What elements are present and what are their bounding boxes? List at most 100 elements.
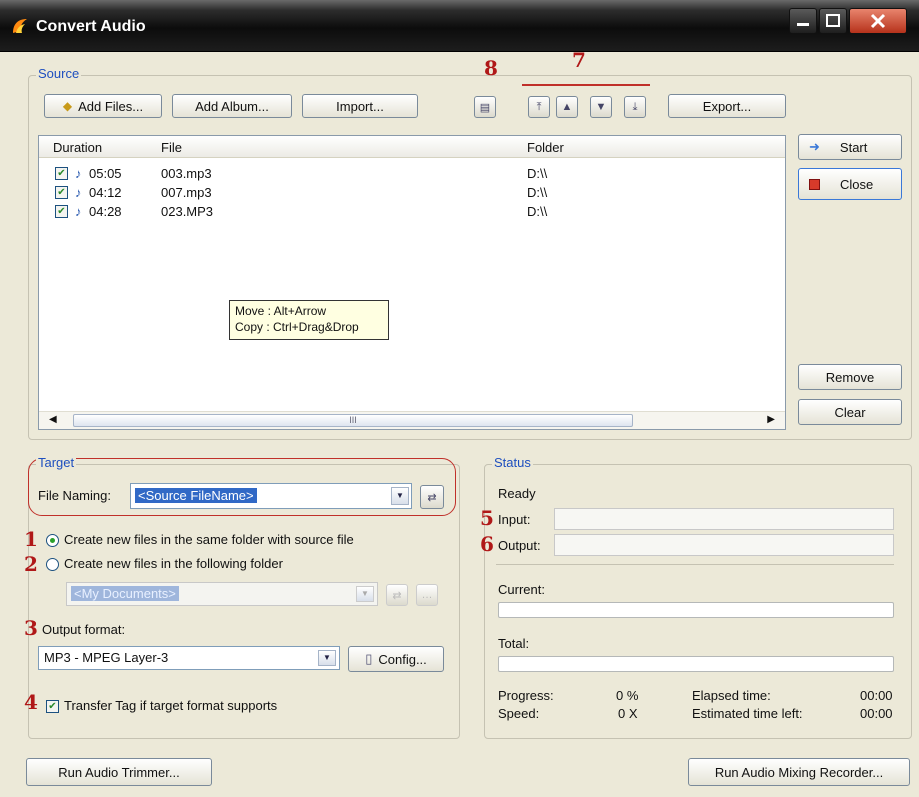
move-up-button[interactable]: ▲: [556, 96, 578, 118]
remove-button[interactable]: Remove: [798, 364, 902, 390]
transfer-tag-checkbox[interactable]: ✔: [46, 700, 59, 713]
audio-file-icon: ♪: [75, 204, 82, 219]
output-format-select[interactable]: MP3 - MPEG Layer-3 ▼: [38, 646, 340, 670]
swap-icon: ⇄: [427, 491, 437, 504]
add-album-button[interactable]: Add Album...: [172, 94, 292, 118]
audio-file-icon: ♪: [75, 185, 82, 200]
output-folder-input[interactable]: <My Documents> ▼: [66, 582, 378, 606]
import-label: Import...: [336, 98, 384, 114]
total-label: Total:: [498, 636, 530, 651]
chevron-down-icon: ▼: [396, 491, 404, 500]
tooltip-line-2: Copy : Ctrl+Drag&Drop: [235, 320, 359, 334]
scroll-thumb[interactable]: III: [73, 414, 633, 427]
move-down-button[interactable]: ▼: [590, 96, 612, 118]
scroll-left-icon[interactable]: ◀: [49, 414, 57, 425]
scroll-right-icon[interactable]: ▶: [767, 414, 775, 425]
row-duration: 04:28: [89, 204, 122, 219]
horizontal-scrollbar[interactable]: ◀ III ▶: [39, 411, 785, 429]
add-files-button[interactable]: ◆ Add Files...: [44, 94, 162, 118]
radio-same-folder-label: Create new files in the same folder with…: [64, 532, 354, 547]
run-audio-mixing-recorder-label: Run Audio Mixing Recorder...: [714, 764, 884, 780]
file-naming-dropdown[interactable]: ▼: [391, 487, 409, 505]
move-top-icon: ⤒: [536, 100, 542, 113]
speed-label: Speed:: [498, 706, 540, 721]
annotation-7-underline: [522, 84, 650, 86]
file-naming-input[interactable]: <Source FileName> ▼: [130, 483, 412, 509]
add-icon: ◆: [62, 99, 73, 113]
column-file[interactable]: File: [161, 140, 182, 155]
file-naming-swap-button[interactable]: ⇄: [420, 485, 444, 509]
swap-icon: ⇄: [392, 589, 402, 602]
config-button[interactable]: ▯ Config...: [348, 646, 444, 672]
clear-button[interactable]: Clear: [798, 399, 902, 425]
total-progress-bar: [498, 656, 894, 672]
radio-following-folder[interactable]: [46, 558, 59, 571]
row-duration: 04:12: [89, 185, 122, 200]
list-options-button[interactable]: ▤: [474, 96, 496, 118]
move-top-button[interactable]: ⤒: [528, 96, 550, 118]
run-audio-trimmer-button[interactable]: Run Audio Trimmer...: [26, 758, 212, 786]
start-button[interactable]: ➜ Start: [798, 134, 902, 160]
config-label: Config...: [378, 651, 427, 667]
add-files-label: Add Files...: [78, 98, 144, 114]
minimize-button[interactable]: [789, 8, 817, 34]
output-label: Output:: [498, 538, 541, 553]
elapsed-value: 00:00: [860, 688, 893, 703]
tooltip-line-1: Move : Alt+Arrow: [235, 304, 327, 318]
annotation-3: 3: [24, 616, 38, 640]
maximize-icon: [826, 14, 840, 27]
table-row[interactable]: ✔ ♪ 05:05 003.mp3 D:\\: [39, 165, 785, 183]
export-button[interactable]: Export...: [668, 94, 786, 118]
folder-refresh-button[interactable]: ⇄: [386, 584, 408, 606]
row-checkbox[interactable]: ✔: [55, 205, 68, 218]
table-row[interactable]: ✔ ♪ 04:28 023.MP3 D:\\: [39, 203, 785, 221]
annotation-4: 4: [24, 690, 38, 714]
file-naming-label: File Naming:: [38, 488, 111, 503]
window-title: Convert Audio: [36, 18, 146, 35]
import-button[interactable]: Import...: [302, 94, 418, 118]
source-group-title: Source: [36, 66, 82, 81]
output-format-dropdown[interactable]: ▼: [318, 650, 336, 666]
audio-file-icon: ♪: [75, 166, 82, 181]
ellipsis-icon: …: [421, 589, 433, 601]
output-folder-dropdown[interactable]: ▼: [356, 586, 374, 602]
row-checkbox[interactable]: ✔: [55, 167, 68, 180]
convert-audio-window: Convert Audio Source ◆ Add Files... Add …: [0, 0, 919, 797]
annotation-7: 7: [572, 48, 586, 72]
file-list-header: Duration File Folder: [39, 136, 785, 158]
output-folder-value: <My Documents>: [71, 586, 179, 601]
browse-folder-button[interactable]: …: [416, 584, 438, 606]
elapsed-label: Elapsed time:: [692, 688, 771, 703]
radio-following-folder-label: Create new files in the following folder: [64, 556, 283, 571]
annotation-5: 5: [480, 506, 494, 530]
row-duration: 05:05: [89, 166, 122, 181]
file-naming-value: <Source FileName>: [135, 488, 257, 503]
move-bottom-icon: ⤓: [632, 100, 638, 113]
table-row[interactable]: ✔ ♪ 04:12 007.mp3 D:\\: [39, 184, 785, 202]
output-path-field: [554, 534, 894, 556]
input-path-field: [554, 508, 894, 530]
row-folder: D:\\: [527, 185, 548, 200]
config-icon: ▯: [365, 651, 373, 666]
progress-value: 0 %: [616, 688, 639, 703]
radio-same-folder[interactable]: [46, 534, 59, 547]
run-audio-trimmer-label: Run Audio Trimmer...: [58, 764, 180, 780]
maximize-button[interactable]: [819, 8, 847, 34]
start-arrow-icon: ➜: [809, 139, 820, 154]
current-label: Current:: [498, 582, 545, 597]
arrow-down-icon: ▼: [595, 101, 607, 113]
column-folder[interactable]: Folder: [527, 140, 564, 155]
output-format-label: Output format:: [42, 622, 126, 637]
estimated-label: Estimated time left:: [692, 706, 803, 721]
column-duration[interactable]: Duration: [53, 140, 102, 155]
close-button[interactable]: Close: [798, 168, 902, 200]
run-audio-mixing-recorder-button[interactable]: Run Audio Mixing Recorder...: [688, 758, 910, 786]
tooltip: Move : Alt+Arrow Copy : Ctrl+Drag&Drop: [229, 300, 389, 340]
list-icon: ▤: [479, 101, 491, 114]
row-checkbox[interactable]: ✔: [55, 186, 68, 199]
close-window-button[interactable]: [849, 8, 907, 34]
arrow-up-icon: ▲: [561, 101, 573, 113]
move-bottom-button[interactable]: ⤓: [624, 96, 646, 118]
transfer-tag-label: Transfer Tag if target format supports: [64, 698, 278, 713]
file-list[interactable]: Duration File Folder ✔ ♪ 05:05 003.mp3 D…: [38, 135, 786, 430]
